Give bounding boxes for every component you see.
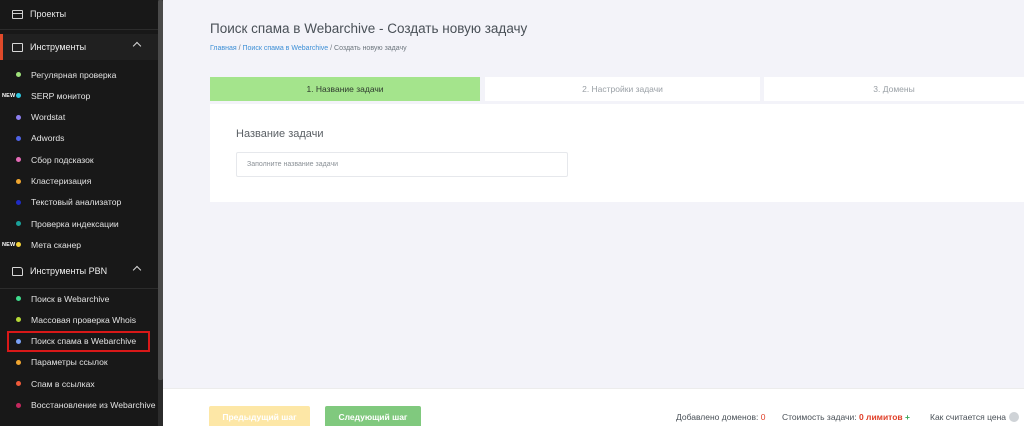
- page-title: Поиск спама в Webarchive - Создать новую…: [210, 21, 528, 36]
- bullet-dot-icon: [16, 402, 21, 408]
- chevron-up-icon: [132, 41, 142, 51]
- sidebar-item-label: SERP монитор: [31, 90, 91, 101]
- sidebar-item[interactable]: NEW SERP монитор: [0, 85, 158, 106]
- sidebar: Проекты Инструменты Регулярная проверка N…: [0, 0, 163, 426]
- sidebar-item[interactable]: Wordstat: [0, 107, 158, 128]
- breadcrumb-home-link[interactable]: Главная: [210, 45, 237, 52]
- task-name-label: Название задачи: [236, 128, 324, 140]
- sidebar-item-label: Проверка индексации: [31, 218, 119, 229]
- chevron-up-icon: [132, 265, 142, 275]
- bullet-dot-icon: [16, 199, 21, 205]
- breadcrumb: Главная / Поиск спама в Webarchive / Соз…: [210, 45, 407, 52]
- task-name-input[interactable]: [236, 152, 568, 177]
- sidebar-item[interactable]: Сбор подсказок: [0, 149, 158, 170]
- plus-icon[interactable]: +: [905, 412, 910, 422]
- price-info-label[interactable]: Как считается цена: [930, 412, 1006, 422]
- sidebar-item-label: Adwords: [31, 133, 65, 144]
- divider: [0, 29, 158, 30]
- sidebar-item[interactable]: Поиск в Webarchive: [0, 288, 158, 309]
- task-form-card: Название задачи: [210, 104, 1024, 202]
- sidebar-item-label: Массовая проверка Whois: [31, 314, 137, 325]
- section-label: Инструменты PBN: [30, 266, 108, 276]
- bullet-dot-icon: [16, 296, 21, 301]
- bullet-dot-icon: [16, 135, 21, 141]
- bullet-dot-icon: [16, 242, 21, 248]
- sidebar-item-label: Параметры ссылок: [31, 357, 108, 368]
- sidebar-item-projects[interactable]: Проекты: [0, 0, 158, 28]
- next-step-button[interactable]: Следующий шаг: [325, 406, 421, 426]
- price-info[interactable]: Как считается цена: [930, 412, 1019, 422]
- sidebar-item-label: Спам в ссылках: [31, 378, 95, 389]
- footer-bar: Предыдущий шаг Следующий шаг Добавлено д…: [163, 388, 1024, 426]
- sidebar-item[interactable]: Регулярная проверка: [0, 64, 158, 85]
- sidebar-item-label: Поиск спама в Webarchive: [31, 336, 137, 347]
- task-cost-label: Стоимость задачи:: [782, 412, 859, 422]
- tools-icon: [12, 42, 23, 52]
- domains-added-info: Добавлено доменов: 0: [676, 412, 765, 422]
- breadcrumb-parent-link[interactable]: Поиск спама в Webarchive: [243, 45, 329, 52]
- tab-domains[interactable]: 3. Домены: [764, 77, 1024, 101]
- bullet-dot-icon: [16, 221, 21, 227]
- bullet-dot-icon: [16, 93, 21, 99]
- domains-added-value: 0: [760, 412, 766, 422]
- sidebar-item-label: Wordstat: [31, 112, 66, 123]
- domains-added-label: Добавлено доменов:: [676, 412, 761, 422]
- sidebar-item-label: Мета сканер: [31, 239, 82, 250]
- task-cost-info: Стоимость задачи: 0 лимитов +: [782, 412, 910, 422]
- sidebar-item-label: Проекты: [30, 9, 67, 19]
- sidebar-item-label: Сбор подсказок: [31, 154, 94, 165]
- sidebar-item-label: Кластеризация: [31, 176, 92, 186]
- bullet-dot-icon: [16, 72, 21, 77]
- sidebar-item[interactable]: Восстановление из Webarchive: [0, 395, 158, 416]
- sidebar-item[interactable]: Массовая проверка Whois: [0, 309, 158, 330]
- main-content: Поиск спама в Webarchive - Создать новую…: [163, 0, 1024, 426]
- sidebar-item[interactable]: NEW Мета сканер: [0, 234, 158, 255]
- new-badge: NEW: [2, 241, 16, 248]
- sidebar-item[interactable]: Спам в ссылках: [0, 373, 158, 394]
- bullet-dot-icon: [16, 157, 21, 163]
- projects-icon: [12, 9, 23, 19]
- sidebar-item-label: Регулярная проверка: [31, 69, 117, 80]
- task-cost-value: 0 лимитов: [858, 412, 903, 422]
- previous-step-button[interactable]: Предыдущий шаг: [209, 406, 310, 426]
- sidebar-item[interactable]: Текстовый анализатор: [0, 192, 158, 213]
- sidebar-item-label: Текстовый анализатор: [31, 197, 122, 208]
- sidebar-item-label: Поиск в Webarchive: [31, 293, 110, 304]
- tab-task-name[interactable]: 1. Название задачи: [210, 77, 480, 101]
- question-icon[interactable]: [1009, 412, 1019, 422]
- section-label: Инструменты: [30, 42, 87, 52]
- sidebar-item[interactable]: Adwords: [0, 128, 158, 149]
- sidebar-item[interactable]: Параметры ссылок: [0, 352, 158, 373]
- new-badge: NEW: [2, 92, 16, 99]
- sidebar-section-tools[interactable]: Инструменты: [0, 34, 158, 60]
- bullet-dot-icon: [16, 359, 21, 365]
- bullet-dot-icon: [16, 381, 21, 387]
- folder-icon: [12, 266, 23, 276]
- bullet-dot-icon: [16, 338, 21, 344]
- sidebar-item-label: Восстановление из Webarchive: [31, 400, 156, 410]
- bullet-dot-icon: [16, 178, 21, 184]
- sidebar-section-pbn[interactable]: Инструменты PBN: [0, 258, 158, 284]
- sidebar-item[interactable]: Проверка индексации: [0, 213, 158, 234]
- bullet-dot-icon: [16, 317, 21, 323]
- tab-task-settings[interactable]: 2. Настройки задачи: [485, 77, 760, 101]
- sidebar-item[interactable]: Поиск спама в Webarchive: [7, 330, 150, 352]
- breadcrumb-current: Создать новую задачу: [334, 45, 407, 52]
- sidebar-item[interactable]: Кластеризация: [0, 171, 158, 192]
- bullet-dot-icon: [16, 114, 21, 120]
